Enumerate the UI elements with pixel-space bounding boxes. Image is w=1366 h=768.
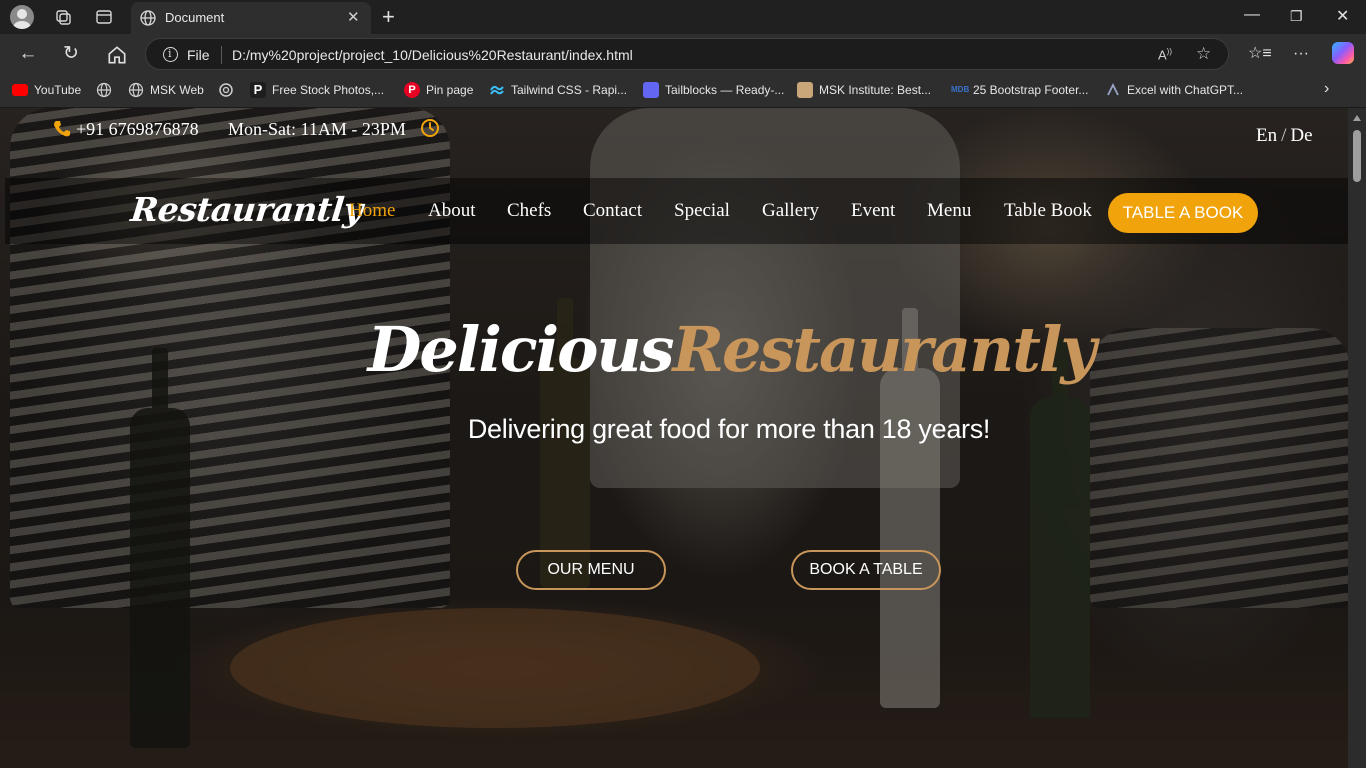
site-logo[interactable]: Restaurantly — [129, 190, 364, 229]
nav-gallery[interactable]: Gallery — [762, 200, 819, 222]
bookmark-msk-institute[interactable]: MSK Institute: Best... — [797, 82, 931, 100]
phone-icon — [54, 121, 70, 137]
bookmark-label: Tailwind CSS - Rapi... — [511, 83, 628, 97]
profile-avatar[interactable] — [10, 5, 34, 29]
nav-menu[interactable]: Menu — [927, 200, 971, 222]
bookmark-globe[interactable] — [96, 82, 118, 100]
bookmark-label: Free Stock Photos,... — [272, 83, 385, 97]
lang-separator: / — [1281, 125, 1287, 146]
bookmark-msk-web[interactable]: MSK Web — [128, 82, 204, 100]
nav-table-book[interactable]: Table Book — [1004, 200, 1092, 222]
bookmark-label: MSK Institute: Best... — [819, 83, 932, 97]
bookmark-tailwind[interactable]: Tailwind CSS - Rapi... — [489, 82, 627, 100]
browser-titlebar: Document ✕ + — ❐ ✕ — [0, 0, 1366, 34]
bookmarks-bar: YouTube MSK Web P Free Stock Photos,... P… — [0, 74, 1366, 108]
nav-chefs[interactable]: Chefs — [507, 200, 551, 222]
opening-hours: Mon-Sat: 11AM - 23PM — [228, 119, 406, 139]
bookmark-label: 25 Bootstrap Footer... — [973, 83, 1089, 97]
back-icon[interactable]: ← — [17, 43, 39, 65]
bookmark-youtube[interactable]: YouTube — [12, 82, 81, 100]
main-navbar: Restaurantly Home About Chefs Contact Sp… — [5, 178, 1348, 244]
bookmark-excel-chatgpt[interactable]: Excel with ChatGPT... — [1105, 82, 1243, 100]
globe-icon — [128, 82, 144, 98]
phone-number: +91 6769876878 — [76, 119, 199, 139]
nav-special[interactable]: Special — [674, 200, 730, 222]
top-info-bar: +91 6769876878 Mon-Sat: 11AM - 23PM En / D… — [0, 108, 1348, 178]
file-label: File — [187, 47, 210, 63]
bookmark-label: Pin page — [426, 83, 474, 97]
scroll-up-arrow-icon[interactable] — [1353, 115, 1361, 121]
read-aloud-icon[interactable]: A)) — [1158, 47, 1172, 62]
globe-icon — [140, 10, 156, 26]
url-text[interactable]: D:/my%20project/project_10/Delicious%20R… — [232, 47, 633, 63]
new-tab-icon[interactable]: + — [382, 4, 395, 30]
favorites-icon[interactable]: ☆≡ — [1248, 43, 1272, 65]
globe-icon — [96, 82, 112, 98]
bookmark-openai[interactable] — [218, 82, 240, 100]
msk-icon — [797, 82, 813, 98]
scroll-thumb[interactable] — [1353, 130, 1361, 182]
address-divider — [221, 46, 222, 64]
pexels-icon: P — [250, 82, 266, 98]
bookmark-label: Excel with ChatGPT... — [1127, 83, 1244, 97]
hero-title: DeliciousRestaurantly — [0, 313, 1366, 386]
site-info-icon[interactable] — [163, 47, 178, 62]
address-bar[interactable]: File D:/my%20project/project_10/Deliciou… — [145, 38, 1229, 70]
home-icon[interactable] — [106, 44, 128, 66]
bookmark-label: MSK Web — [150, 83, 204, 97]
more-menu-icon[interactable]: ··· — [1290, 43, 1312, 65]
workspaces-icon[interactable] — [54, 8, 72, 26]
copilot-icon[interactable] — [1332, 42, 1354, 64]
bookmarks-overflow-chevron-icon[interactable]: › — [1324, 80, 1329, 98]
tab-actions-icon[interactable] — [95, 8, 113, 26]
window-close-icon[interactable]: ✕ — [1336, 6, 1349, 26]
tab-title: Document — [165, 10, 225, 25]
youtube-icon — [12, 83, 28, 96]
excel-icon — [1107, 82, 1119, 96]
nav-contact[interactable]: Contact — [583, 200, 642, 222]
page-scrollbar[interactable] — [1348, 108, 1366, 768]
mdb-icon: MDB — [951, 85, 970, 94]
tailwind-icon — [490, 85, 504, 95]
bookmark-label: YouTube — [34, 82, 82, 97]
hero-title-restaurantly: Restaurantly — [672, 313, 1097, 386]
nav-about[interactable]: About — [428, 200, 476, 222]
tab-close-icon[interactable]: ✕ — [347, 8, 360, 26]
book-a-table-button[interactable]: BOOK A TABLE — [791, 550, 941, 590]
bookmark-label: Tailblocks — Ready-... — [665, 83, 785, 97]
tab-document[interactable]: Document ✕ — [131, 2, 371, 34]
restore-icon[interactable]: ❐ — [1290, 8, 1303, 25]
clock-icon — [421, 119, 439, 137]
bookmark-tailblocks[interactable]: Tailblocks — Ready-... — [643, 82, 784, 100]
language-switcher: En / De — [1256, 125, 1313, 147]
favorite-star-icon[interactable]: ☆ — [1196, 44, 1211, 64]
lang-en-link[interactable]: En — [1256, 125, 1277, 146]
lang-de-link[interactable]: De — [1290, 125, 1312, 146]
bookmark-pin-page[interactable]: P Pin page — [404, 82, 473, 100]
hero-subtitle: Delivering great food for more than 18 y… — [467, 414, 991, 444]
minimize-icon[interactable]: — — [1244, 6, 1260, 24]
page-viewport: +91 6769876878 Mon-Sat: 11AM - 23PM En / D… — [0, 108, 1366, 768]
tailblocks-icon — [643, 82, 659, 98]
table-a-book-button[interactable]: TABLE A BOOK — [1108, 193, 1258, 233]
bookmark-bootstrap-footer[interactable]: MDB 25 Bootstrap Footer... — [951, 82, 1088, 100]
bookmark-free-stock-photos[interactable]: P Free Stock Photos,... — [250, 82, 384, 100]
refresh-icon[interactable]: ↻ — [60, 43, 82, 65]
openai-icon — [219, 83, 233, 97]
browser-toolbar: ← ↻ File D:/my%20project/project_10/Deli… — [0, 34, 1366, 74]
nav-event[interactable]: Event — [851, 200, 895, 222]
pinterest-icon: P — [404, 82, 420, 98]
hero-title-delicious: Delicious — [367, 313, 675, 386]
our-menu-button[interactable]: OUR MENU — [516, 550, 666, 590]
nav-home[interactable]: Home — [349, 200, 395, 222]
